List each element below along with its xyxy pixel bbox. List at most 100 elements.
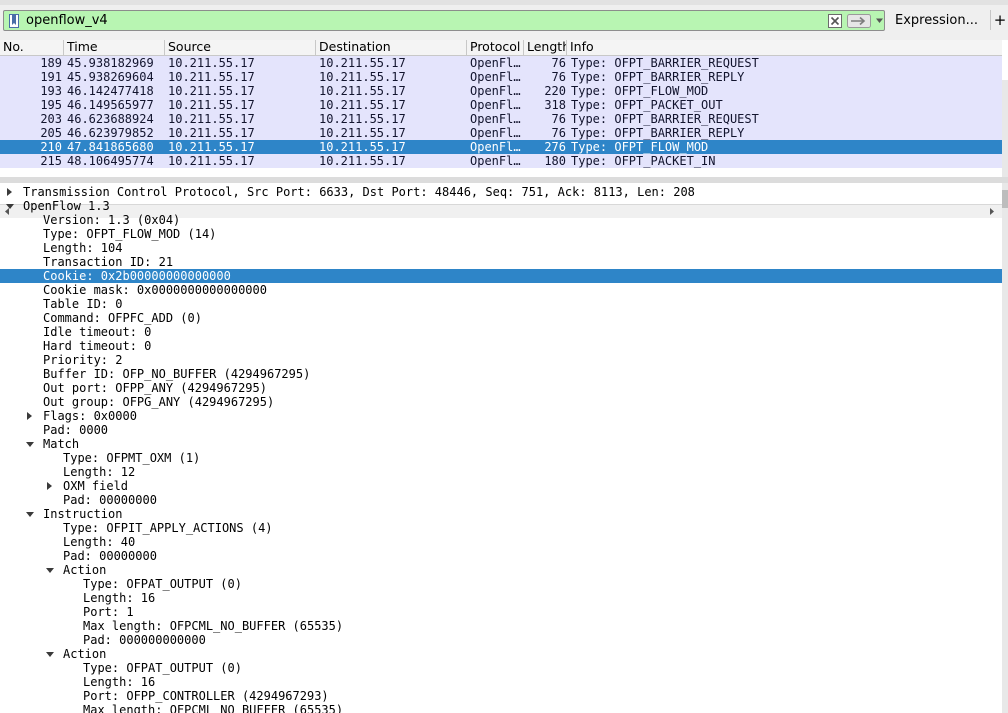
detail-tree-text: Instruction (43, 507, 123, 521)
detail-tree-item[interactable]: Length: 40 (0, 535, 1002, 549)
clear-filter-icon[interactable] (828, 14, 842, 28)
detail-tree-item[interactable]: Out port: OFPP_ANY (4294967295) (0, 381, 1002, 395)
cell-destination: 10.211.55.17 (319, 98, 406, 112)
cell-source: 10.211.55.17 (168, 70, 255, 84)
detail-tree-item[interactable]: Pad: 0000 (0, 423, 1002, 437)
detail-tree-item[interactable]: Type: OFPIT_APPLY_ACTIONS (4) (0, 521, 1002, 535)
column-header-no[interactable]: No. (0, 40, 64, 55)
detail-tree-item[interactable]: Type: OFPAT_OUTPUT (0) (0, 661, 1002, 675)
detail-tree-text: Pad: 000000000000 (83, 633, 206, 647)
detail-tree-item[interactable]: Version: 1.3 (0x04) (0, 213, 1002, 227)
cell-protocol: OpenFl… (470, 112, 521, 126)
detail-tree-item[interactable]: Out group: OFPG_ANY (4294967295) (0, 395, 1002, 409)
column-header-length[interactable]: Length (524, 40, 567, 55)
detail-tree-item[interactable]: OpenFlow 1.3 (0, 199, 1002, 213)
detail-tree-item[interactable]: Length: 104 (0, 241, 1002, 255)
packet-details-tree: Transmission Control Protocol, Src Port:… (0, 183, 1002, 713)
detail-tree-item[interactable]: Pad: 00000000 (0, 493, 1002, 507)
cell-protocol: OpenFl… (470, 98, 521, 112)
detail-tree-item[interactable]: Max length: OFPCML_NO_BUFFER (65535) (0, 703, 1002, 713)
detail-tree-item[interactable]: Hard timeout: 0 (0, 339, 1002, 353)
packet-row[interactable]: 205 46.623979852 10.211.55.17 10.211.55.17 O… (0, 126, 1002, 140)
expand-arrow-down-icon[interactable] (6, 204, 14, 209)
detail-tree-item[interactable]: Instruction (0, 507, 1002, 521)
cell-time: 45.938182969 (67, 56, 154, 70)
cell-no: 215 (40, 154, 62, 168)
display-filter-text[interactable]: openflow_v4 (26, 12, 108, 30)
cell-source: 10.211.55.17 (168, 112, 255, 126)
detail-tree-item[interactable]: Table ID: 0 (0, 297, 1002, 311)
add-filter-button-plus-icon[interactable]: + (990, 10, 1008, 30)
detail-tree-text: Buffer ID: OFP_NO_BUFFER (4294967295) (43, 367, 311, 381)
detail-tree-item[interactable]: Type: OFPAT_OUTPUT (0) (0, 577, 1002, 591)
detail-tree-item[interactable]: Cookie: 0x2b00000000000000 (0, 269, 1002, 283)
packet-row[interactable]: 210 47.841865680 10.211.55.17 10.211.55.17 O… (0, 140, 1002, 154)
detail-tree-item[interactable]: OXM field (0, 479, 1002, 493)
packet-rows: 189 45.938182969 10.211.55.17 10.211.55.17 O… (0, 56, 1002, 180)
packet-row[interactable]: 203 46.623688924 10.211.55.17 10.211.55.17 O… (0, 112, 1002, 126)
detail-tree-item[interactable]: Length: 12 (0, 465, 1002, 479)
apply-filter-arrow-icon[interactable] (847, 14, 871, 28)
expression-button[interactable]: Expression... (889, 11, 984, 31)
detail-tree-item[interactable]: Idle timeout: 0 (0, 325, 1002, 339)
detail-tree-item[interactable]: Port: OFPP_CONTROLLER (4294967293) (0, 689, 1002, 703)
filter-history-dropdown-icon[interactable] (875, 16, 884, 25)
packet-row[interactable]: 189 45.938182969 10.211.55.17 10.211.55.17 O… (0, 56, 1002, 70)
detail-tree-item[interactable]: Type: OFPMT_OXM (1) (0, 451, 1002, 465)
column-header-time[interactable]: Time (64, 40, 165, 55)
cell-protocol: OpenFl… (470, 84, 521, 98)
column-header-info[interactable]: Info (567, 40, 1002, 55)
expand-arrow-right-icon[interactable] (47, 482, 52, 490)
detail-tree-item[interactable]: Port: 1 (0, 605, 1002, 619)
cell-length: 76 (551, 126, 566, 140)
cell-protocol: OpenFl… (470, 140, 521, 154)
expand-arrow-right-icon[interactable] (27, 412, 32, 420)
packet-row[interactable]: 191 45.938269604 10.211.55.17 10.211.55.17 O… (0, 70, 1002, 84)
detail-tree-text: Action (63, 563, 107, 577)
column-header-source[interactable]: Source (165, 40, 316, 55)
detail-tree-item[interactable]: Action (0, 563, 1002, 577)
cell-source: 10.211.55.17 (168, 126, 255, 140)
detail-tree-item[interactable]: Pad: 000000000000 (0, 633, 1002, 647)
detail-tree-item[interactable]: Match (0, 437, 1002, 451)
detail-tree-item[interactable]: Type: OFPT_FLOW_MOD (14) (0, 227, 1002, 241)
detail-tree-text: Length: 16 (83, 591, 156, 605)
detail-tree-text: Version: 1.3 (0x04) (43, 213, 181, 227)
detail-tree-item[interactable]: Length: 16 (0, 591, 1002, 605)
expand-arrow-down-icon[interactable] (26, 512, 34, 517)
detail-tree-item[interactable]: Command: OFPFC_ADD (0) (0, 311, 1002, 325)
details-scrollbar-thumb[interactable] (1002, 190, 1008, 208)
detail-tree-text: Type: OFPMT_OXM (1) (63, 451, 201, 465)
column-header-destination[interactable]: Destination (316, 40, 467, 55)
cell-length: 76 (551, 56, 566, 70)
detail-tree-item[interactable]: Transaction ID: 21 (0, 255, 1002, 269)
packet-row[interactable]: 193 46.142477418 10.211.55.17 10.211.55.17 O… (0, 84, 1002, 98)
expand-arrow-down-icon[interactable] (46, 652, 54, 657)
cell-info: Type: OFPT_BARRIER_REQUEST (571, 112, 759, 126)
packet-row[interactable]: 215 48.106495774 10.211.55.17 10.211.55.17 O… (0, 154, 1002, 168)
detail-tree-item[interactable]: Pad: 00000000 (0, 549, 1002, 563)
details-vertical-scrollbar[interactable] (1002, 183, 1008, 713)
display-filter-input[interactable]: openflow_v4 (3, 10, 885, 31)
cell-time: 48.106495774 (67, 154, 154, 168)
detail-tree-item[interactable]: Transmission Control Protocol, Src Port:… (0, 185, 1002, 199)
bookmark-icon[interactable] (9, 14, 19, 28)
column-header-protocol[interactable]: Protocol (467, 40, 524, 55)
detail-tree-item[interactable]: Length: 16 (0, 675, 1002, 689)
detail-tree-item[interactable]: Buffer ID: OFP_NO_BUFFER (4294967295) (0, 367, 1002, 381)
detail-tree-item[interactable]: Priority: 2 (0, 353, 1002, 367)
packet-row[interactable]: 195 46.149565977 10.211.55.17 10.211.55.17 O… (0, 98, 1002, 112)
detail-tree-text: Length: 104 (43, 241, 123, 255)
expand-arrow-down-icon[interactable] (26, 442, 34, 447)
cell-no: 203 (40, 112, 62, 126)
expand-arrow-down-icon[interactable] (46, 568, 54, 573)
detail-tree-text: Max length: OFPCML_NO_BUFFER (65535) (83, 619, 344, 633)
detail-tree-item[interactable]: Cookie mask: 0x0000000000000000 (0, 283, 1002, 297)
detail-tree-text: OpenFlow 1.3 (23, 199, 110, 213)
detail-tree-item[interactable]: Max length: OFPCML_NO_BUFFER (65535) (0, 619, 1002, 633)
cell-source: 10.211.55.17 (168, 56, 255, 70)
expand-arrow-right-icon[interactable] (7, 188, 12, 196)
detail-tree-item[interactable]: Action (0, 647, 1002, 661)
detail-tree-item[interactable]: Flags: 0x0000 (0, 409, 1002, 423)
packet-list-header: No. Time Source Destination Protocol Len… (0, 40, 1002, 56)
